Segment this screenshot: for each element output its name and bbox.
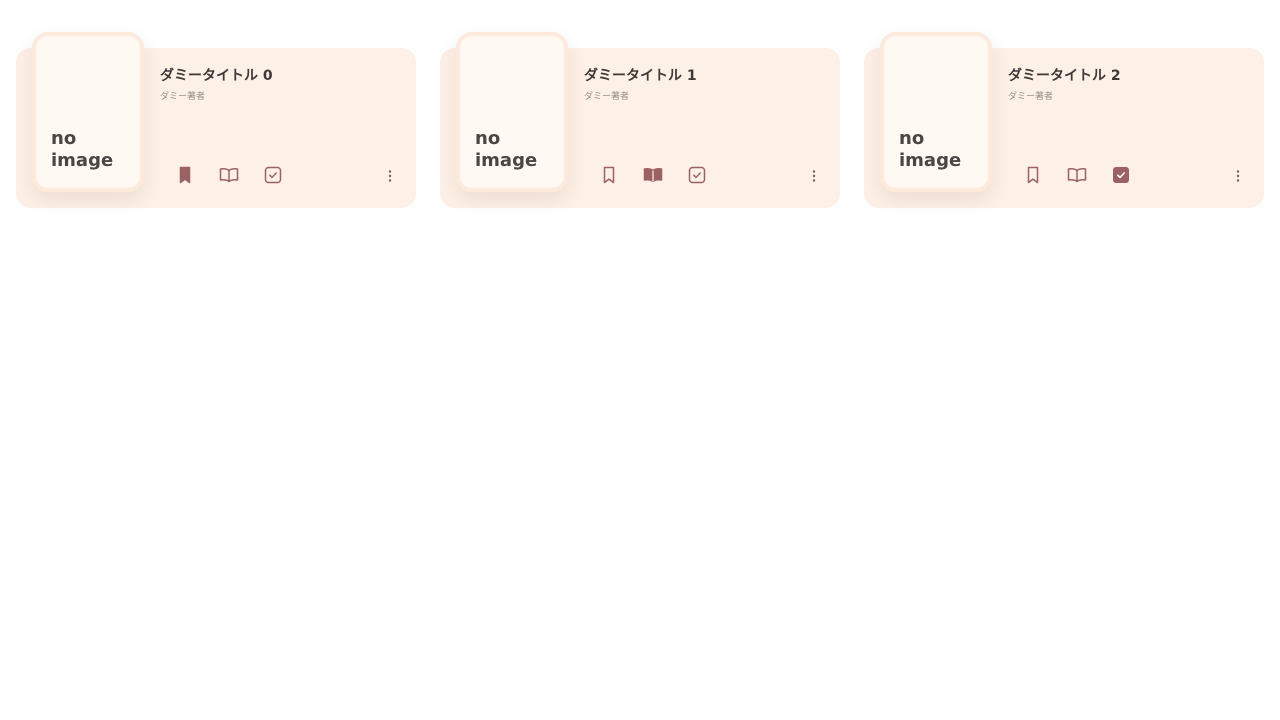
reading-button[interactable] (216, 164, 242, 186)
book-card[interactable]: no image ダミータイトル 1 ダミー著者 (440, 32, 840, 208)
book-cover[interactable]: no image (456, 32, 568, 192)
book-title: ダミータイトル 0 (160, 68, 273, 84)
finished-button[interactable] (1108, 164, 1134, 186)
book-cover[interactable]: no image (880, 32, 992, 192)
status-actions (172, 164, 286, 186)
open-book-icon (643, 168, 663, 183)
bookmark-icon (1027, 166, 1039, 184)
book-author: ダミー著者 (160, 92, 206, 102)
open-book-icon (1067, 168, 1087, 183)
more-menu-button[interactable] (1230, 166, 1246, 186)
reading-button[interactable] (1064, 164, 1090, 186)
book-list: no image ダミータイトル 0 ダミー著者 no image ダミータイト… (16, 32, 1264, 208)
book-title: ダミータイトル 1 (584, 68, 697, 84)
want-to-read-button[interactable] (596, 164, 622, 186)
cover-placeholder-text: no image (475, 128, 538, 171)
cover-placeholder-text: no image (51, 128, 114, 171)
more-vertical-icon (388, 170, 392, 182)
more-menu-button[interactable] (382, 166, 398, 186)
status-actions (596, 164, 710, 186)
book-title: ダミータイトル 2 (1008, 68, 1121, 84)
book-author: ダミー著者 (1008, 92, 1054, 102)
checkbox-icon (1113, 167, 1129, 183)
book-author: ダミー著者 (584, 92, 630, 102)
checkbox-icon (688, 166, 706, 184)
open-book-icon (219, 168, 239, 183)
more-vertical-icon (812, 170, 816, 182)
checkbox-icon (264, 166, 282, 184)
more-menu-button[interactable] (806, 166, 822, 186)
book-card[interactable]: no image ダミータイトル 0 ダミー著者 (16, 32, 416, 208)
status-actions (1020, 164, 1134, 186)
book-card[interactable]: no image ダミータイトル 2 ダミー著者 (864, 32, 1264, 208)
book-cover[interactable]: no image (32, 32, 144, 192)
finished-button[interactable] (684, 164, 710, 186)
bookmark-icon (179, 166, 191, 184)
cover-placeholder-text: no image (899, 128, 962, 171)
more-vertical-icon (1236, 170, 1240, 182)
bookmark-icon (603, 166, 615, 184)
want-to-read-button[interactable] (1020, 164, 1046, 186)
reading-button[interactable] (640, 164, 666, 186)
finished-button[interactable] (260, 164, 286, 186)
want-to-read-button[interactable] (172, 164, 198, 186)
